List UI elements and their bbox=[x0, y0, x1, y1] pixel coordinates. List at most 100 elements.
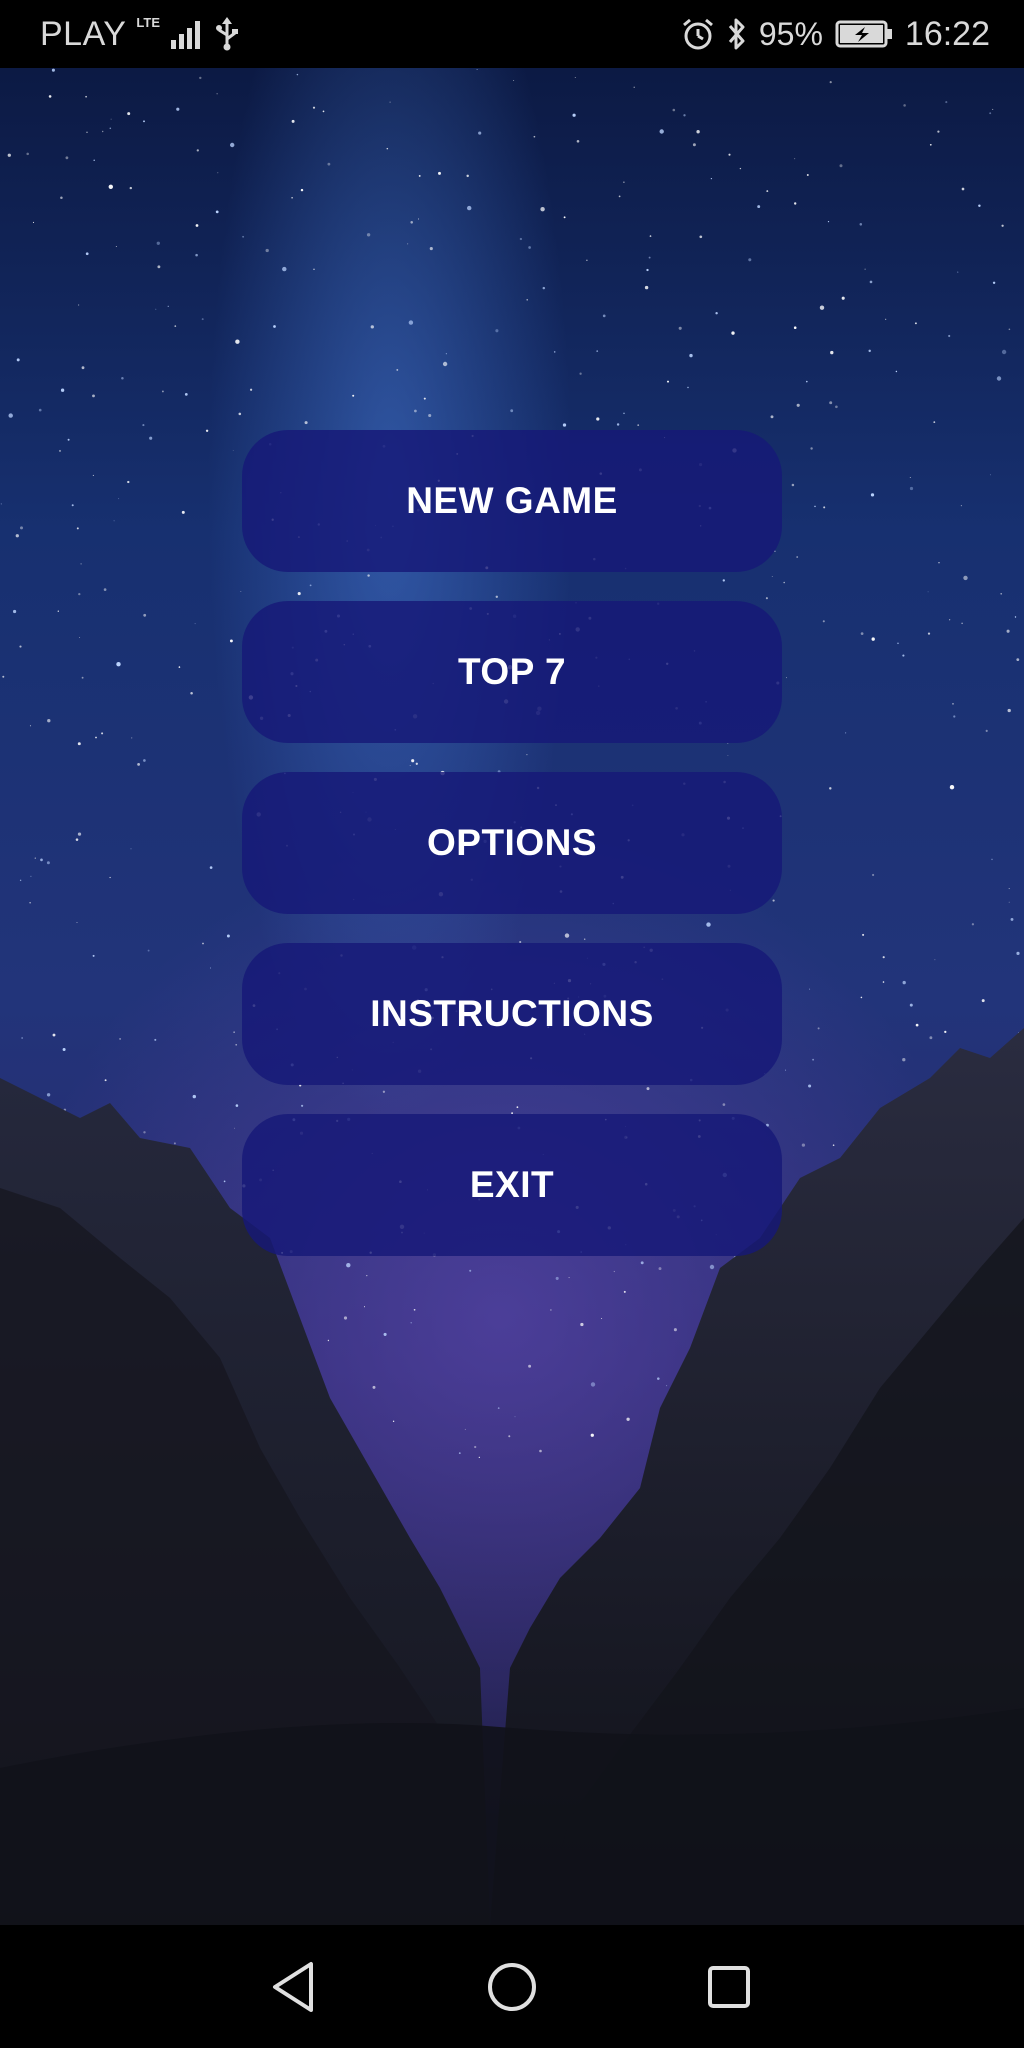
star bbox=[794, 202, 797, 205]
star bbox=[458, 1452, 461, 1454]
star bbox=[796, 403, 800, 407]
star bbox=[731, 331, 735, 335]
star bbox=[949, 619, 951, 621]
star bbox=[823, 506, 826, 509]
star bbox=[71, 504, 74, 507]
star bbox=[195, 253, 198, 257]
star bbox=[992, 108, 994, 110]
star bbox=[601, 1318, 603, 1319]
star bbox=[996, 376, 1002, 381]
star bbox=[981, 999, 985, 1003]
star bbox=[217, 172, 219, 174]
alarm-icon bbox=[681, 17, 715, 51]
star bbox=[58, 449, 62, 452]
star bbox=[389, 101, 391, 103]
star bbox=[618, 195, 621, 198]
star bbox=[438, 171, 441, 175]
star bbox=[77, 742, 81, 746]
star bbox=[408, 320, 414, 325]
star bbox=[115, 245, 117, 247]
star bbox=[526, 299, 528, 301]
star bbox=[282, 266, 287, 272]
top-7-button[interactable]: TOP 7 bbox=[242, 601, 782, 743]
star bbox=[533, 135, 536, 138]
star bbox=[75, 838, 79, 841]
star bbox=[715, 311, 718, 315]
star bbox=[396, 368, 399, 371]
star bbox=[127, 112, 131, 116]
star bbox=[1001, 349, 1007, 355]
star bbox=[673, 1328, 677, 1332]
star bbox=[178, 666, 181, 668]
star bbox=[692, 143, 696, 147]
options-button[interactable]: OPTIONS bbox=[242, 772, 782, 914]
star bbox=[666, 1385, 668, 1387]
star bbox=[442, 361, 448, 367]
star bbox=[497, 1407, 500, 1409]
star bbox=[586, 259, 588, 261]
star bbox=[429, 247, 433, 251]
star bbox=[748, 258, 752, 262]
star bbox=[109, 127, 112, 130]
star bbox=[300, 188, 304, 192]
star bbox=[897, 642, 899, 645]
star bbox=[550, 1309, 552, 1311]
recents-icon[interactable] bbox=[697, 1955, 761, 2019]
star bbox=[26, 152, 29, 156]
battery-percent: 95% bbox=[758, 15, 823, 52]
star bbox=[553, 351, 556, 353]
star bbox=[130, 848, 132, 850]
star bbox=[386, 147, 389, 150]
star bbox=[291, 119, 295, 123]
star bbox=[428, 413, 432, 418]
star bbox=[157, 265, 161, 269]
star bbox=[948, 334, 951, 338]
star bbox=[786, 677, 787, 679]
star bbox=[793, 326, 797, 329]
star bbox=[249, 388, 253, 391]
star bbox=[945, 101, 948, 104]
star bbox=[194, 623, 196, 625]
star bbox=[1007, 708, 1011, 713]
star bbox=[806, 380, 808, 383]
star bbox=[590, 1433, 594, 1437]
star bbox=[223, 1180, 226, 1183]
star bbox=[579, 372, 582, 375]
star bbox=[48, 95, 52, 98]
star bbox=[38, 408, 42, 412]
star bbox=[291, 196, 293, 199]
star bbox=[806, 174, 809, 176]
star bbox=[596, 350, 599, 352]
star bbox=[961, 187, 965, 191]
instructions-button[interactable]: INSTRUCTIONS bbox=[242, 943, 782, 1085]
star bbox=[242, 235, 245, 238]
star bbox=[352, 394, 355, 397]
star bbox=[672, 108, 676, 112]
star bbox=[78, 304, 80, 306]
star bbox=[1016, 951, 1020, 955]
signal-icon bbox=[170, 18, 204, 50]
star bbox=[476, 68, 478, 71]
star bbox=[666, 380, 670, 383]
star bbox=[915, 1023, 919, 1027]
star bbox=[596, 417, 600, 421]
new-game-button[interactable]: NEW GAME bbox=[242, 430, 782, 572]
star bbox=[19, 879, 22, 882]
home-icon[interactable] bbox=[480, 1955, 544, 2019]
star bbox=[839, 164, 843, 168]
star bbox=[989, 112, 992, 115]
exit-button[interactable]: EXIT bbox=[242, 1114, 782, 1256]
star bbox=[110, 118, 112, 120]
star bbox=[304, 421, 308, 425]
back-icon[interactable] bbox=[262, 1955, 326, 2019]
star bbox=[478, 1456, 480, 1458]
star bbox=[201, 318, 204, 321]
star bbox=[195, 224, 199, 227]
star bbox=[689, 353, 693, 358]
star bbox=[757, 205, 761, 209]
star bbox=[176, 107, 180, 111]
star bbox=[370, 325, 374, 329]
star bbox=[418, 218, 419, 220]
star bbox=[131, 737, 133, 739]
star bbox=[626, 1417, 630, 1421]
